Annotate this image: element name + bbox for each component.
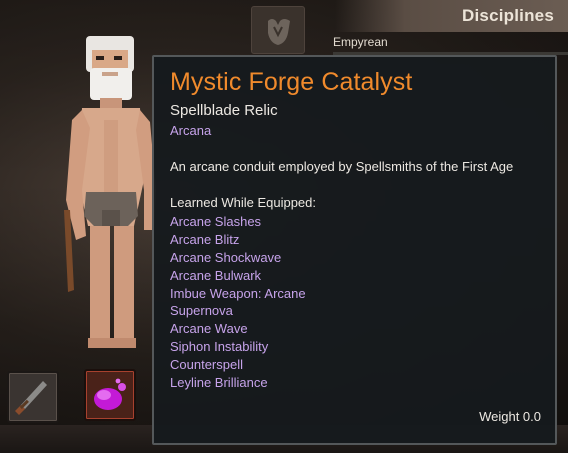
discipline-name: Empyrean (333, 35, 388, 49)
dagger-icon (15, 381, 47, 415)
catalyst-slot[interactable] (84, 369, 136, 421)
skill-item: Arcane Blitz (170, 231, 240, 247)
skill-item: Arcane Wave (170, 321, 248, 337)
dagger-slot[interactable] (7, 371, 59, 423)
skill-item: Siphon Instability (170, 339, 269, 355)
disciplines-header[interactable]: Disciplines (335, 0, 568, 32)
skill-item: Leyline Brilliance (170, 375, 268, 391)
skill-item: Arcane Slashes (170, 214, 262, 229)
skill-list: Arcane Slashes Arcane Blitz Arcane Shock… (170, 213, 306, 392)
skill-item: Arcane Bulwark (170, 267, 262, 283)
skill-item: Supernova (170, 303, 233, 319)
item-type: Spellblade Relic (170, 102, 278, 119)
item-weight: Weight 0.0 (479, 409, 541, 424)
learned-header: Learned While Equipped: (170, 195, 316, 210)
item-tooltip: Mystic Forge Catalyst Spellblade Relic A… (152, 55, 557, 445)
discipline-emblem-icon[interactable] (251, 6, 305, 54)
skill-item: Counterspell (170, 357, 243, 373)
item-category: Arcana (170, 123, 212, 138)
item-name: Mystic Forge Catalyst (170, 68, 413, 96)
item-description: An arcane conduit employed by Spellsmith… (170, 159, 514, 174)
skill-item: Arcane Shockwave (170, 249, 282, 265)
disciplines-title: Disciplines (462, 6, 554, 25)
hand-emblem-icon (268, 19, 290, 45)
skill-item: Imbue Weapon: Arcane (170, 285, 306, 301)
purple-slime-catalyst-icon (94, 378, 126, 410)
